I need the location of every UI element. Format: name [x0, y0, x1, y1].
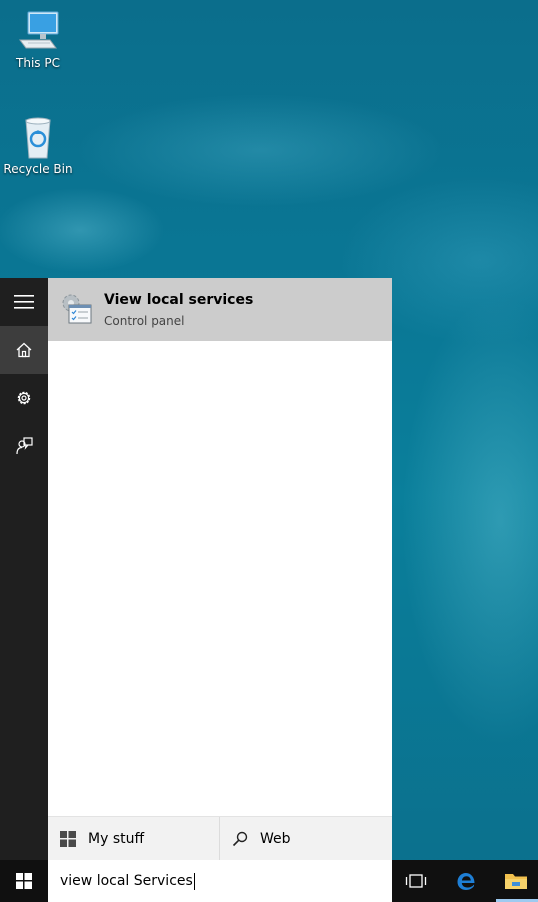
this-pc-icon: [19, 11, 59, 49]
search-scope-bar: My stuff Web: [48, 816, 392, 860]
start-windows-icon: [16, 873, 32, 889]
task-view-button[interactable]: [394, 860, 438, 902]
settings-gear-icon: [17, 391, 31, 405]
edge-browser-button[interactable]: [444, 860, 488, 902]
my-stuff-scope-button[interactable]: My stuff: [60, 817, 218, 860]
desktop-icon-recycle-bin[interactable]: Recycle Bin: [0, 116, 76, 176]
web-label: Web: [260, 830, 291, 847]
my-stuff-label: My stuff: [88, 830, 145, 847]
hamburger-menu-button[interactable]: [0, 278, 48, 326]
task-view-icon: [405, 874, 427, 888]
desktop-icon-label: This PC: [16, 56, 60, 70]
edge-browser-icon: [457, 873, 475, 890]
text-caret: [193, 872, 195, 890]
hamburger-menu-icon: [14, 295, 34, 309]
desktop-icon-this-pc[interactable]: This PC: [0, 10, 76, 70]
start-button[interactable]: [0, 860, 48, 902]
taskbar: view local Services: [0, 860, 538, 902]
search-input[interactable]: view local Services: [48, 860, 392, 902]
recycle-bin-icon: [25, 117, 51, 159]
scope-divider: [219, 817, 220, 860]
settings-button[interactable]: [0, 374, 48, 422]
file-explorer-button[interactable]: [494, 860, 538, 902]
desktop-background: This PC Recycle Bin View local services …: [0, 0, 538, 902]
start-search-panel: View local services Control panel My stu…: [0, 278, 392, 860]
result-subtitle: Control panel: [104, 314, 185, 328]
search-input-text: view local Services: [60, 873, 193, 889]
feedback-icon: [16, 437, 33, 455]
feedback-button[interactable]: [0, 422, 48, 470]
windows-logo-icon: [60, 830, 76, 847]
home-button[interactable]: [0, 326, 48, 374]
search-icon: [232, 831, 248, 846]
web-scope-button[interactable]: Web: [232, 817, 382, 860]
search-result-item[interactable]: View local services Control panel: [48, 278, 392, 341]
result-title: View local services: [104, 292, 254, 308]
file-explorer-icon: [505, 874, 527, 889]
services-icon: [62, 294, 92, 324]
home-icon: [16, 342, 32, 358]
search-results-area: View local services Control panel: [48, 278, 392, 816]
desktop-icon-label: Recycle Bin: [3, 162, 73, 176]
start-left-rail: [0, 278, 48, 860]
